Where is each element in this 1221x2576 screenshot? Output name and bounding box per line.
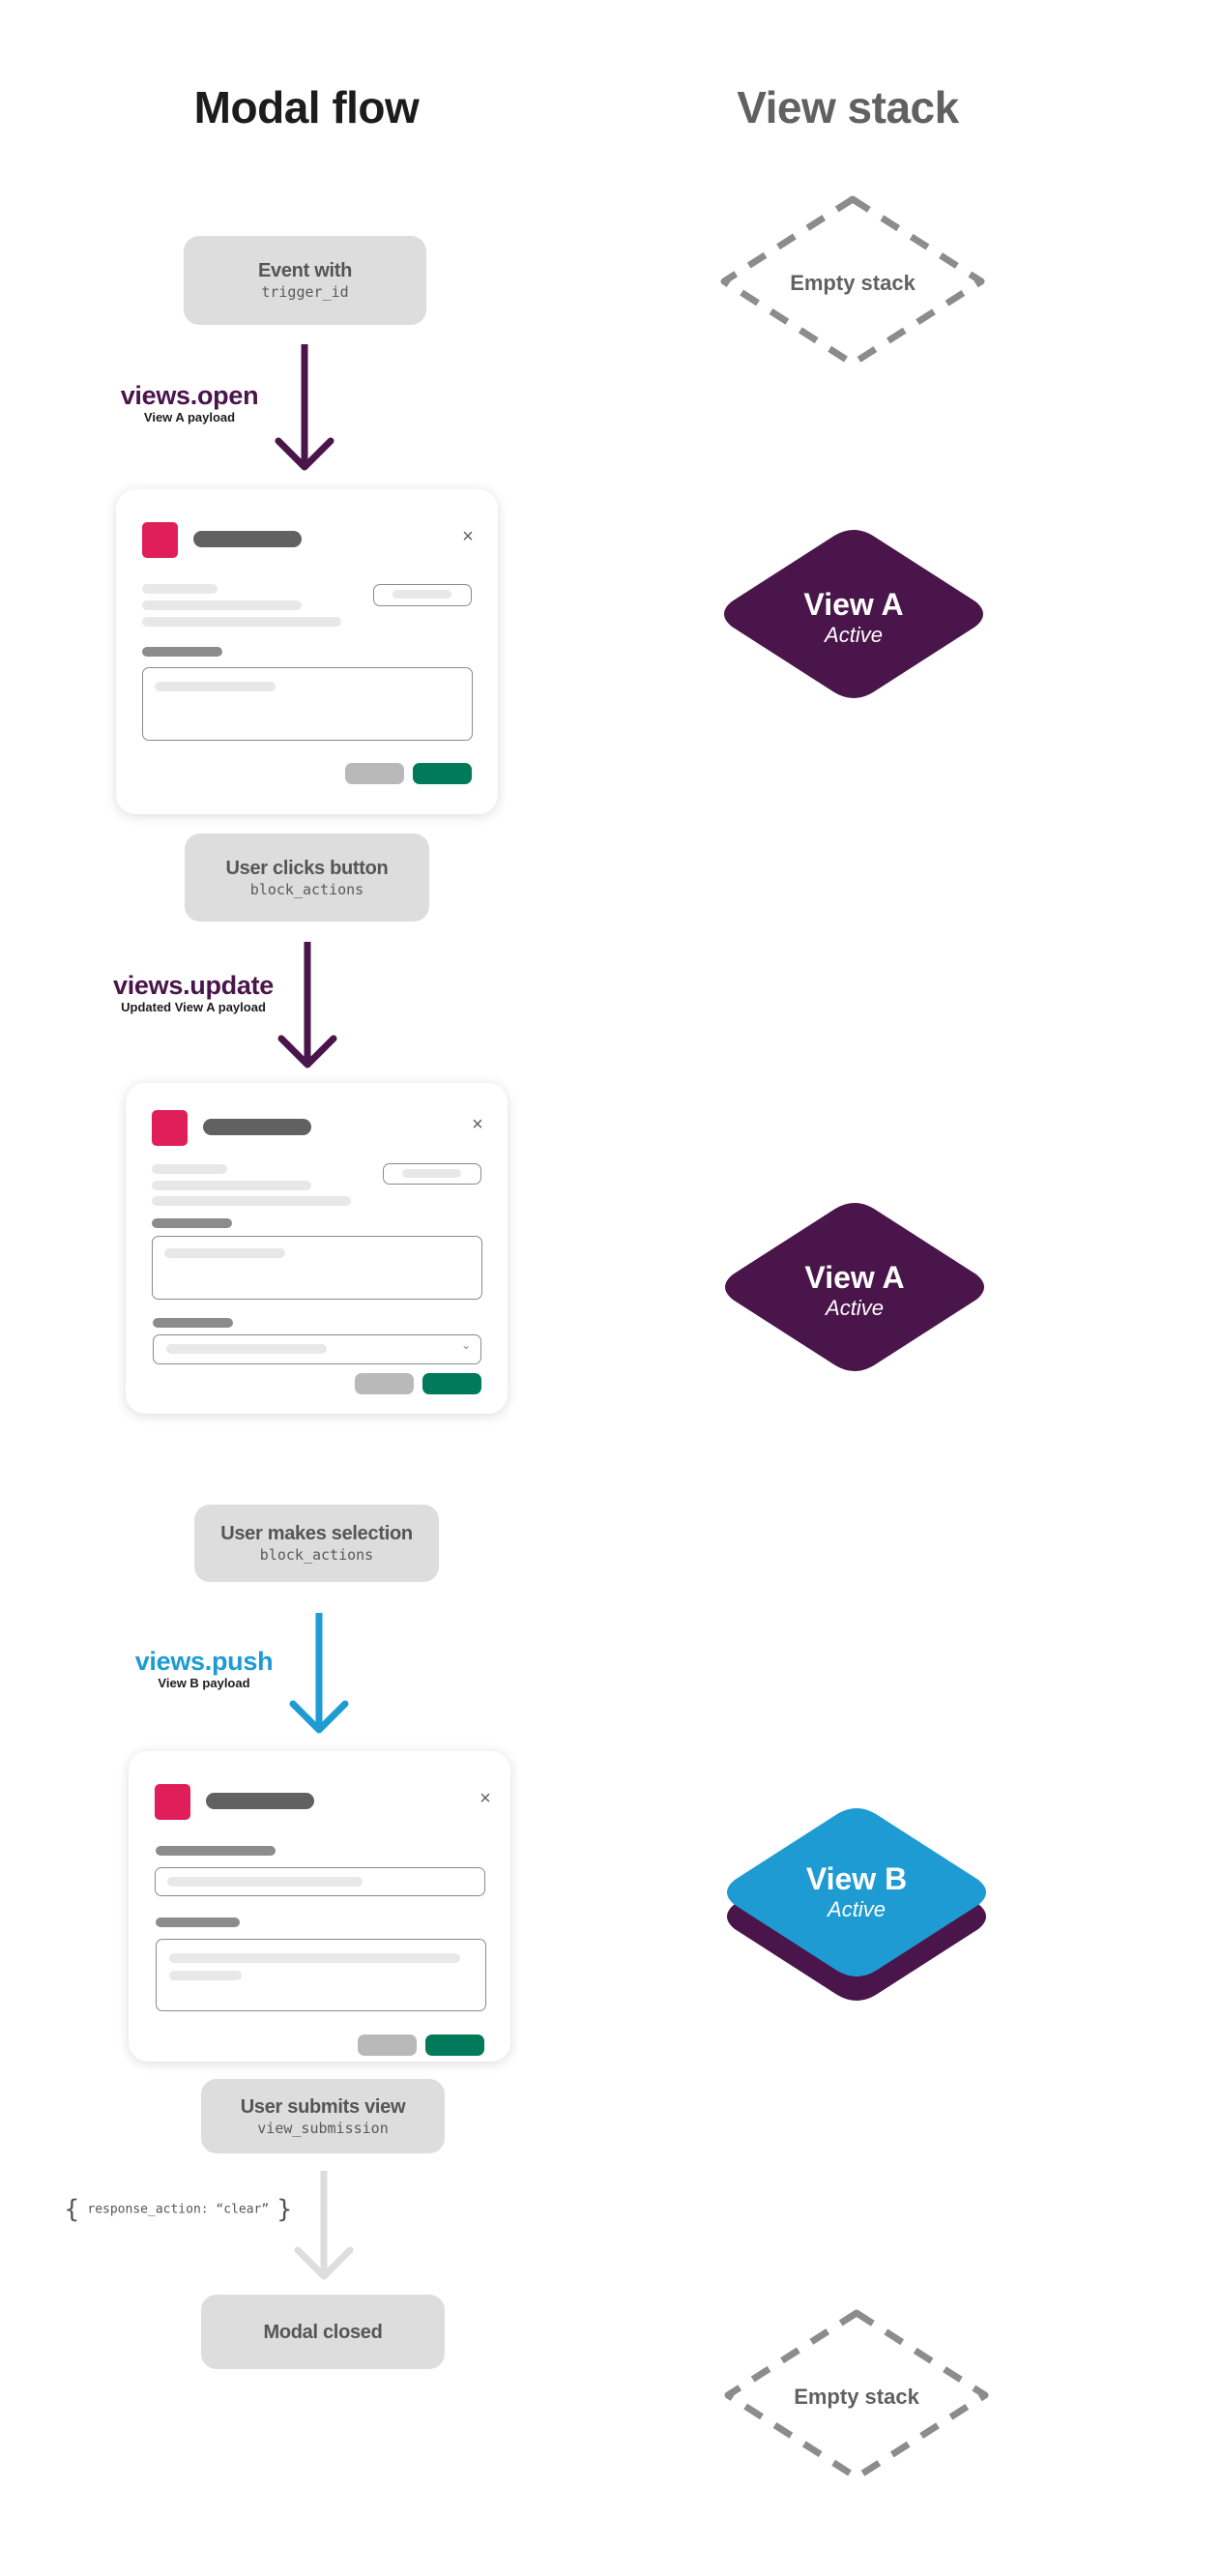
accessory-button[interactable]	[383, 1163, 481, 1185]
arrow-down-icon	[277, 942, 337, 1068]
text-line	[142, 584, 218, 594]
textarea-input[interactable]	[156, 1939, 486, 2011]
event-box-submit: User submits view view_submission	[201, 2079, 445, 2153]
response-action-text: response_action: “clear”	[87, 2202, 270, 2217]
stack-label: View A	[803, 587, 903, 622]
select-dropdown[interactable]: ⌄	[153, 1334, 481, 1364]
modal-view-a-updated: × ⌄	[126, 1083, 508, 1414]
close-brace: }	[276, 2195, 293, 2224]
stack-view-a-updated-diamond: View A Active	[725, 1203, 984, 1371]
event-box-closed: Modal closed	[201, 2295, 445, 2369]
input-label	[156, 1846, 276, 1856]
chevron-down-icon: ⌄	[460, 1338, 471, 1352]
stack-status: Active	[823, 623, 883, 647]
app-icon	[142, 522, 178, 558]
response-action-label: { response_action: “clear” }	[64, 2197, 293, 2222]
modal-title-placeholder	[203, 1119, 311, 1135]
text-input[interactable]	[155, 1867, 485, 1896]
event-box-click: User clicks button block_actions	[185, 834, 429, 922]
stack-status: Active	[824, 1296, 884, 1320]
modal-view-a: ×	[116, 489, 498, 814]
submit-button[interactable]	[413, 763, 472, 784]
text-line	[152, 1164, 227, 1174]
event-code: trigger_id	[261, 283, 349, 301]
stack-label: View B	[806, 1861, 907, 1896]
cancel-button[interactable]	[355, 1373, 414, 1394]
view-stack-heading: View stack	[737, 82, 959, 132]
modal-view-b: ×	[129, 1751, 510, 2062]
submit-button[interactable]	[422, 1373, 481, 1394]
api-payload: View B payload	[158, 1676, 250, 1690]
event-code: view_submission	[257, 2119, 389, 2137]
api-call-views-open: views.open View A payload	[83, 381, 296, 425]
stack-label: Empty stack	[794, 2385, 919, 2409]
text-line	[152, 1181, 311, 1190]
modal-title-placeholder	[193, 531, 302, 547]
event-title: User makes selection	[220, 1523, 413, 1544]
stack-label: View A	[804, 1260, 904, 1295]
api-call-views-push: views.push View B payload	[98, 1647, 310, 1691]
input-label	[152, 1218, 232, 1228]
event-title: User submits view	[240, 2095, 406, 2118]
event-code: block_actions	[259, 1546, 374, 1564]
input-label	[142, 647, 222, 657]
close-icon[interactable]: ×	[470, 1115, 485, 1134]
stack-label: Empty stack	[790, 271, 916, 295]
api-payload: View A payload	[143, 410, 236, 424]
stack-view-a-diamond: View A Active	[724, 530, 983, 698]
cancel-button[interactable]	[358, 2034, 417, 2056]
modal-title-placeholder	[206, 1793, 314, 1809]
textarea-input[interactable]	[142, 667, 473, 741]
close-icon[interactable]: ×	[478, 1789, 493, 1808]
modal-flow-heading: Modal flow	[193, 82, 420, 132]
stack-empty-diamond: Empty stack	[720, 195, 985, 367]
select-label	[153, 1318, 233, 1328]
text-line	[142, 617, 341, 627]
app-icon	[152, 1110, 188, 1146]
submit-button[interactable]	[425, 2034, 484, 2056]
event-box-trigger: Event with trigger_id	[184, 236, 426, 325]
event-title: User clicks button	[225, 857, 389, 879]
open-brace: {	[64, 2195, 80, 2224]
event-title: Event with	[257, 260, 352, 281]
api-method: views.push	[134, 1647, 274, 1676]
text-line	[142, 600, 302, 610]
api-payload: Updated View A payload	[121, 1000, 266, 1014]
api-call-views-update: views.update Updated View A payload	[87, 971, 300, 1015]
input-label	[156, 1917, 240, 1927]
accessory-button[interactable]	[373, 584, 472, 606]
close-icon[interactable]: ×	[460, 527, 476, 546]
api-method: views.update	[113, 971, 274, 1000]
event-code: block_actions	[249, 880, 364, 898]
text-line	[152, 1196, 351, 1206]
stack-empty-diamond: Empty stack	[724, 2309, 989, 2481]
arrow-down-icon	[289, 1613, 349, 1734]
api-method: views.open	[120, 381, 259, 410]
textarea-input[interactable]	[152, 1236, 482, 1300]
event-title: Modal closed	[263, 2321, 383, 2343]
app-icon	[155, 1784, 190, 1820]
arrow-down-icon	[275, 344, 334, 471]
stack-status: Active	[826, 1897, 886, 1921]
stack-view-b-diamond: View B Active	[727, 1808, 986, 2001]
cancel-button[interactable]	[345, 763, 404, 784]
arrow-down-icon	[294, 2171, 354, 2280]
event-box-selection: User makes selection block_actions	[194, 1505, 439, 1582]
